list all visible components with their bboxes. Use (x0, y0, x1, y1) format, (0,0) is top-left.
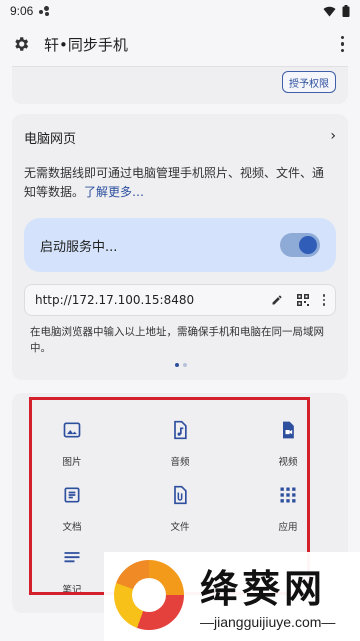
service-status-label: 启动服务中... (40, 239, 118, 255)
wifi-icon (323, 6, 336, 16)
page-dot (183, 363, 187, 367)
app-bar: 轩•同步手机 (0, 26, 360, 62)
watermark-url: —jiangguijiuye.com— (200, 614, 336, 630)
watermark-overlay: 绛葵网 —jiangguijiuye.com— (104, 552, 360, 641)
page-dot-active (175, 363, 179, 367)
status-bar: 9:06 (0, 0, 360, 22)
learn-more-link[interactable]: 了解更多… (84, 185, 144, 199)
watermark-logo-icon (114, 560, 184, 630)
switch-knob (299, 236, 317, 254)
card-description: 无需数据线即可通过电脑管理手机照片、视频、文件、通知等数据。了解更多… (24, 164, 334, 202)
overflow-menu-icon[interactable] (337, 32, 349, 57)
battery-icon (342, 5, 350, 17)
permission-card: 授予权限 (12, 66, 348, 104)
service-toggle-row[interactable]: 启动服务中... (24, 218, 336, 272)
url-hint: 在电脑浏览器中输入以上地址，需确保手机和电脑在同一局域网中。 (30, 326, 324, 354)
edit-icon[interactable] (271, 294, 283, 306)
url-field: http://172.17.100.15:8480 (24, 284, 336, 316)
app-title: 轩•同步手机 (44, 35, 128, 54)
pc-web-card: 电脑网页 › 无需数据线即可通过电脑管理手机照片、视频、文件、通知等数据。了解更… (12, 114, 348, 380)
server-url: http://172.17.100.15:8480 (35, 293, 195, 307)
url-more-icon[interactable] (322, 294, 325, 306)
service-switch[interactable] (280, 233, 320, 257)
description-text: 无需数据线即可通过电脑管理手机照片、视频、文件、通知等数据。 (24, 166, 325, 199)
gear-icon[interactable] (12, 35, 30, 53)
watermark-title: 绛葵网 (200, 566, 327, 611)
page-indicator (175, 363, 187, 367)
notification-icon (39, 6, 51, 16)
chevron-right-icon[interactable]: › (330, 128, 336, 144)
qr-code-icon[interactable] (296, 294, 309, 306)
status-time: 9:06 (10, 4, 34, 18)
card-heading: 电脑网页 (24, 132, 77, 147)
grant-permission-button[interactable]: 授予权限 (282, 71, 336, 93)
